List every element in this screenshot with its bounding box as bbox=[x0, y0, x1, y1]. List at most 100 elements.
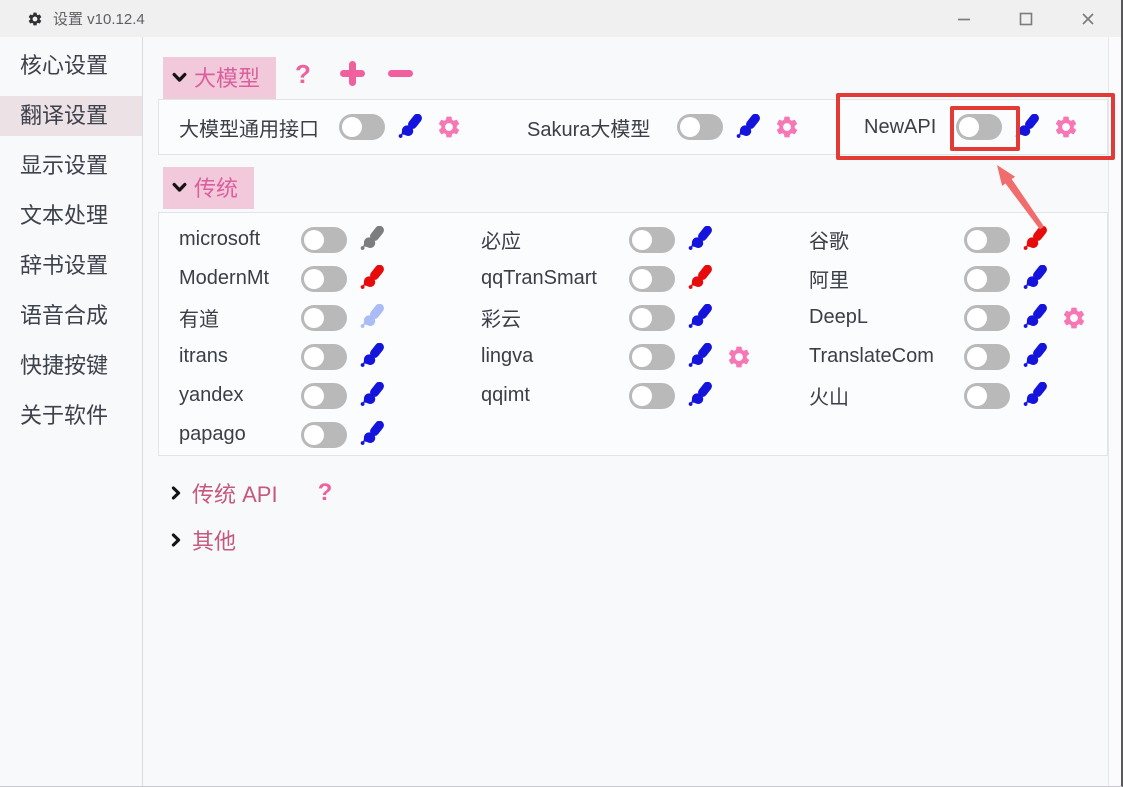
section-header-llm[interactable]: 大模型 bbox=[163, 57, 276, 99]
service-label: 必应 bbox=[481, 225, 629, 254]
toggle-switch[interactable] bbox=[964, 344, 1010, 370]
gear-icon[interactable] bbox=[774, 114, 800, 140]
toggle-knob bbox=[632, 230, 652, 250]
brush-icon[interactable] bbox=[1022, 265, 1049, 292]
service-label: 谷歌 bbox=[809, 225, 964, 254]
sidebar-item[interactable]: 文本处理 bbox=[0, 196, 142, 236]
toggle-switch[interactable] bbox=[301, 305, 347, 331]
service-label: 有道 bbox=[179, 303, 301, 332]
toggle-switch[interactable] bbox=[339, 114, 385, 140]
service-row: NewAPI bbox=[864, 100, 1079, 154]
add-icon[interactable] bbox=[340, 61, 365, 86]
section-label: 传统 API bbox=[192, 477, 278, 509]
service-label: ModernMt bbox=[179, 267, 301, 290]
gear-icon[interactable] bbox=[1053, 114, 1079, 140]
brush-icon[interactable] bbox=[359, 421, 386, 448]
toggle-switch[interactable] bbox=[677, 114, 723, 140]
brush-icon[interactable] bbox=[359, 304, 386, 331]
brush-icon[interactable] bbox=[1014, 114, 1041, 141]
brush-icon[interactable] bbox=[359, 265, 386, 292]
brush-icon[interactable] bbox=[687, 304, 714, 331]
toggle-switch[interactable] bbox=[964, 383, 1010, 409]
help-icon[interactable]: ? bbox=[318, 479, 333, 507]
brush-icon[interactable] bbox=[1022, 304, 1049, 331]
sidebar: 核心设置翻译设置显示设置文本处理辞书设置语音合成快捷按键关于软件 bbox=[0, 37, 143, 786]
service-label: yandex bbox=[179, 384, 301, 407]
toggle-knob bbox=[304, 308, 324, 328]
sidebar-item[interactable]: 语音合成 bbox=[0, 296, 142, 336]
sidebar-item[interactable]: 快捷按键 bbox=[0, 346, 142, 386]
service-row: DeepL bbox=[809, 298, 1087, 337]
toggle-switch[interactable] bbox=[956, 114, 1002, 140]
brush-icon[interactable] bbox=[687, 226, 714, 253]
sidebar-item[interactable]: 显示设置 bbox=[0, 146, 142, 186]
titlebar: 设置 v10.12.4 bbox=[0, 0, 1121, 37]
help-icon[interactable]: ? bbox=[295, 59, 311, 90]
sidebar-item[interactable]: 翻译设置 bbox=[0, 96, 142, 136]
toggle-switch[interactable] bbox=[629, 305, 675, 331]
close-button[interactable] bbox=[1073, 4, 1103, 34]
window-controls bbox=[949, 0, 1103, 37]
service-row: 必应 bbox=[481, 220, 752, 259]
service-row: TranslateCom bbox=[809, 337, 1087, 376]
window-title: 设置 v10.12.4 bbox=[53, 8, 145, 29]
service-row: 阿里 bbox=[809, 259, 1087, 298]
toggle-switch[interactable] bbox=[301, 266, 347, 292]
scrollbar-track[interactable] bbox=[1108, 37, 1121, 786]
toggle-knob bbox=[304, 230, 324, 250]
service-row: qqimt bbox=[481, 376, 752, 415]
brush-icon[interactable] bbox=[1022, 382, 1049, 409]
toggle-switch[interactable] bbox=[629, 266, 675, 292]
brush-icon[interactable] bbox=[687, 265, 714, 292]
close-icon bbox=[1080, 11, 1096, 27]
service-row: qqTranSmart bbox=[481, 259, 752, 298]
minimize-button[interactable] bbox=[949, 4, 979, 34]
service-row: microsoft bbox=[179, 220, 398, 259]
toggle-knob bbox=[967, 347, 987, 367]
collapsed-section-header[interactable]: 其他 bbox=[168, 524, 236, 556]
brush-icon[interactable] bbox=[1022, 343, 1049, 370]
brush-icon[interactable] bbox=[359, 382, 386, 409]
toggle-switch[interactable] bbox=[629, 227, 675, 253]
toggle-switch[interactable] bbox=[964, 266, 1010, 292]
service-label: itrans bbox=[179, 345, 301, 368]
section-header-traditional[interactable]: 传统 bbox=[163, 167, 254, 209]
toggle-switch[interactable] bbox=[629, 344, 675, 370]
brush-icon[interactable] bbox=[1022, 226, 1049, 253]
toggle-knob bbox=[632, 347, 652, 367]
collapsed-section-header[interactable]: 传统 API? bbox=[168, 477, 332, 509]
brush-icon[interactable] bbox=[359, 343, 386, 370]
toggle-switch[interactable] bbox=[301, 227, 347, 253]
toggle-switch[interactable] bbox=[301, 422, 347, 448]
toggle-switch[interactable] bbox=[301, 383, 347, 409]
sidebar-item[interactable]: 关于软件 bbox=[0, 396, 142, 436]
service-label: TranslateCom bbox=[809, 345, 964, 368]
sidebar-item[interactable]: 辞书设置 bbox=[0, 246, 142, 286]
section-label: 传统 bbox=[194, 171, 238, 203]
app-gear-icon bbox=[27, 11, 43, 27]
gear-icon[interactable] bbox=[436, 114, 462, 140]
toggle-switch[interactable] bbox=[964, 305, 1010, 331]
sidebar-item[interactable]: 核心设置 bbox=[0, 46, 142, 86]
toggle-knob bbox=[967, 386, 987, 406]
toggle-knob bbox=[304, 386, 324, 406]
remove-icon[interactable] bbox=[388, 70, 413, 77]
brush-icon[interactable] bbox=[735, 114, 762, 141]
gear-icon[interactable] bbox=[1061, 305, 1087, 331]
service-label: 彩云 bbox=[481, 303, 629, 332]
service-row: ModernMt bbox=[179, 259, 398, 298]
toggle-switch[interactable] bbox=[964, 227, 1010, 253]
settings-window: 设置 v10.12.4 核心设置翻译设置显示设置文本处理辞书设置语音合成快捷按键… bbox=[0, 0, 1123, 787]
chevron-down-icon bbox=[171, 69, 188, 86]
toggle-switch[interactable] bbox=[629, 383, 675, 409]
gear-icon[interactable] bbox=[726, 344, 752, 370]
maximize-button[interactable] bbox=[1011, 4, 1041, 34]
toggle-knob bbox=[967, 230, 987, 250]
brush-icon[interactable] bbox=[397, 114, 424, 141]
brush-icon[interactable] bbox=[687, 382, 714, 409]
chevron-right-icon bbox=[168, 485, 184, 501]
brush-icon[interactable] bbox=[359, 226, 386, 253]
toggle-switch[interactable] bbox=[301, 344, 347, 370]
toggle-knob bbox=[967, 269, 987, 289]
brush-icon[interactable] bbox=[687, 343, 714, 370]
